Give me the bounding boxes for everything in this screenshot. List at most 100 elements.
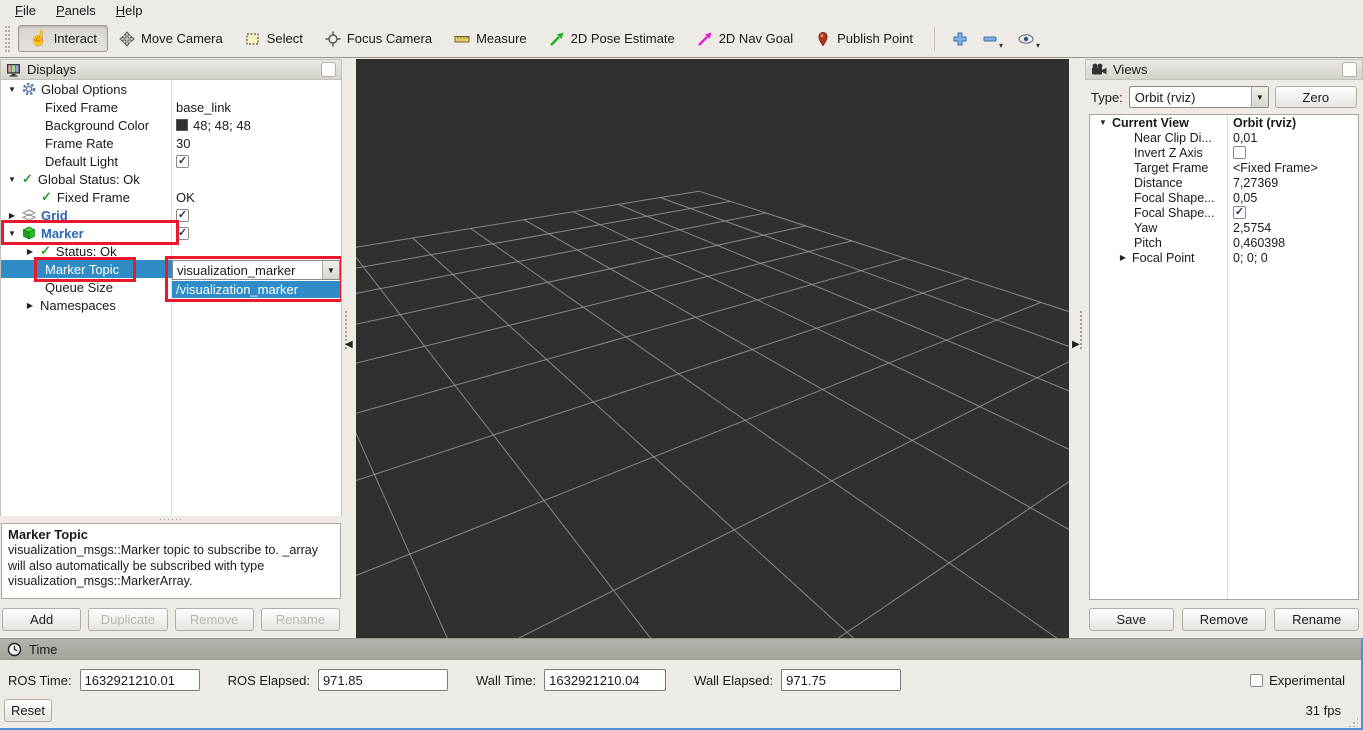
displays-buttons: Add Duplicate Remove Rename (0, 599, 342, 631)
interact-tool-button[interactable]: ☝ Interact (18, 25, 108, 52)
default-light-checkbox[interactable]: ✓ (176, 155, 189, 168)
display-row-global-status[interactable]: ▼ ✓ Global Status: Ok (1, 170, 341, 188)
view-row-distance[interactable]: Distance 7,27369 (1090, 175, 1358, 190)
expanded-arrow-icon[interactable]: ▼ (1098, 118, 1108, 127)
view-row-current-view[interactable]: ▼Current View Orbit (rviz) (1090, 115, 1358, 130)
move-camera-tool-button[interactable]: Move Camera (108, 25, 234, 53)
rename-view-button[interactable]: Rename (1274, 608, 1359, 631)
3d-viewport[interactable] (356, 59, 1069, 638)
marker-topic-dropdown-option[interactable]: /visualization_marker (172, 281, 340, 298)
display-row-grid[interactable]: ▶ Grid ✓ (1, 206, 341, 224)
wall-elapsed-input[interactable] (781, 669, 901, 691)
display-row-marker-status[interactable]: ▶ ✓ Status: Ok (1, 242, 341, 260)
distance-value[interactable]: 7,27369 (1233, 176, 1278, 190)
views-float-button[interactable] (1342, 62, 1357, 77)
tool-label: 2D Nav Goal (719, 31, 793, 46)
pitch-value[interactable]: 0,460398 (1233, 236, 1285, 250)
focal-shape-checkbox[interactable]: ✓ (1233, 206, 1246, 219)
view-row-yaw[interactable]: Yaw 2,5754 (1090, 220, 1358, 235)
left-panel-splitter[interactable]: ◀ (342, 59, 356, 638)
save-view-button[interactable]: Save (1089, 608, 1174, 631)
target-frame-value[interactable]: <Fixed Frame> (1233, 161, 1318, 175)
expanded-arrow-icon[interactable]: ▼ (7, 229, 17, 238)
zoom-in-button[interactable] (945, 27, 975, 51)
yaw-value[interactable]: 2,5754 (1233, 221, 1271, 235)
reset-button[interactable]: Reset (4, 699, 52, 722)
display-row-default-light[interactable]: Default Light ✓ (1, 152, 341, 170)
view-row-target-frame[interactable]: Target Frame <Fixed Frame> (1090, 160, 1358, 175)
wall-elapsed-label: Wall Elapsed: (694, 673, 773, 688)
combo-dropdown-button[interactable]: ▼ (322, 261, 339, 279)
view-row-near-clip[interactable]: Near Clip Di... 0,01 (1090, 130, 1358, 145)
combo-dropdown-button[interactable]: ▼ (1251, 87, 1268, 107)
column-divider (1227, 115, 1228, 599)
marker-topic-combobox[interactable]: visualization_marker ▼ (172, 260, 340, 280)
frame-rate-value[interactable]: 30 (176, 136, 190, 151)
tool-label: Select (267, 31, 303, 46)
publish-point-tool-button[interactable]: Publish Point (804, 25, 924, 53)
near-clip-value[interactable]: 0,01 (1233, 131, 1257, 145)
fixed-frame-value[interactable]: base_link (176, 100, 231, 115)
ros-elapsed-label: ROS Elapsed: (228, 673, 310, 688)
right-panel-splitter[interactable]: ▶ (1069, 59, 1085, 638)
view-type-combobox[interactable]: Orbit (rviz) ▼ (1129, 86, 1269, 108)
wall-time-input[interactable] (544, 669, 666, 691)
view-row-focal-shape-size[interactable]: Focal Shape... 0,05 (1090, 190, 1358, 205)
collapse-right-arrow-icon[interactable]: ▶ (1072, 339, 1080, 350)
nav-goal-tool-button[interactable]: 2D Nav Goal (686, 25, 804, 53)
collapsed-arrow-icon[interactable]: ▶ (25, 247, 35, 256)
menu-file[interactable]: File (6, 2, 45, 19)
chevron-down-icon: ▼ (327, 266, 335, 275)
tool-label: Move Camera (141, 31, 223, 46)
focus-camera-tool-button[interactable]: Focus Camera (314, 25, 443, 53)
focal-point-value[interactable]: 0; 0; 0 (1233, 251, 1268, 265)
view-row-focal-point[interactable]: ▶Focal Point 0; 0; 0 (1090, 250, 1358, 265)
focus-crosshair-icon (325, 31, 341, 47)
focal-shape-size-value[interactable]: 0,05 (1233, 191, 1257, 205)
expanded-arrow-icon[interactable]: ▼ (7, 175, 17, 184)
ros-elapsed-input[interactable] (318, 669, 448, 691)
display-row-frame-rate[interactable]: Frame Rate 30 (1, 134, 341, 152)
collapsed-arrow-icon[interactable]: ▶ (25, 301, 35, 310)
display-row-namespaces[interactable]: ▶ Namespaces (1, 296, 341, 314)
display-row-global-options[interactable]: ▼ Global Options (1, 80, 341, 98)
pose-estimate-tool-button[interactable]: 2D Pose Estimate (538, 25, 686, 53)
main-area: Displays ▼ Global Options Fixed Frame ba… (0, 59, 1363, 638)
zoom-out-button[interactable]: ▾ (975, 27, 1010, 51)
marker-enabled-checkbox[interactable]: ✓ (176, 227, 189, 240)
description-body: visualization_msgs::Marker topic to subs… (8, 543, 318, 588)
add-button[interactable]: Add (2, 608, 81, 631)
views-camera-icon (1091, 63, 1107, 76)
display-row-fixed-frame-status[interactable]: ✓ Fixed Frame OK (1, 188, 341, 206)
menu-panels[interactable]: Panels (47, 2, 105, 19)
views-buttons: Save Remove Rename (1085, 600, 1363, 631)
view-row-pitch[interactable]: Pitch 0,460398 (1090, 235, 1358, 250)
menu-help[interactable]: Help (107, 2, 152, 19)
visibility-button[interactable]: ▾ (1010, 27, 1047, 51)
collapsed-arrow-icon[interactable]: ▶ (7, 211, 17, 220)
selection-box-icon (245, 31, 261, 47)
ros-time-label: ROS Time: (8, 673, 72, 688)
background-color-value[interactable]: 48; 48; 48 (193, 118, 251, 133)
toolbar-drag-handle[interactable] (5, 26, 10, 52)
grid-enabled-checkbox[interactable]: ✓ (176, 209, 189, 222)
collapse-left-arrow-icon[interactable]: ◀ (345, 339, 353, 350)
invert-z-checkbox[interactable] (1233, 146, 1246, 159)
view-row-invert-z[interactable]: Invert Z Axis (1090, 145, 1358, 160)
view-type-row: Type: Orbit (rviz) ▼ Zero (1085, 80, 1363, 114)
description-splitter-handle[interactable]: ······ (0, 516, 342, 523)
display-row-background-color[interactable]: Background Color 48; 48; 48 (1, 116, 341, 134)
ros-time-input[interactable] (80, 669, 200, 691)
view-row-focal-shape-fixed[interactable]: Focal Shape... ✓ (1090, 205, 1358, 220)
displays-float-button[interactable] (321, 62, 336, 77)
display-row-marker[interactable]: ▼ Marker ✓ (1, 224, 341, 242)
display-row-fixed-frame[interactable]: Fixed Frame base_link (1, 98, 341, 116)
select-tool-button[interactable]: Select (234, 25, 314, 53)
measure-tool-button[interactable]: Measure (443, 25, 538, 53)
views-titlebar: Views (1085, 59, 1363, 80)
remove-view-button[interactable]: Remove (1182, 608, 1267, 631)
expanded-arrow-icon[interactable]: ▼ (7, 85, 17, 94)
experimental-checkbox[interactable] (1250, 674, 1263, 687)
collapsed-arrow-icon[interactable]: ▶ (1118, 253, 1128, 262)
zero-button[interactable]: Zero (1275, 86, 1357, 108)
